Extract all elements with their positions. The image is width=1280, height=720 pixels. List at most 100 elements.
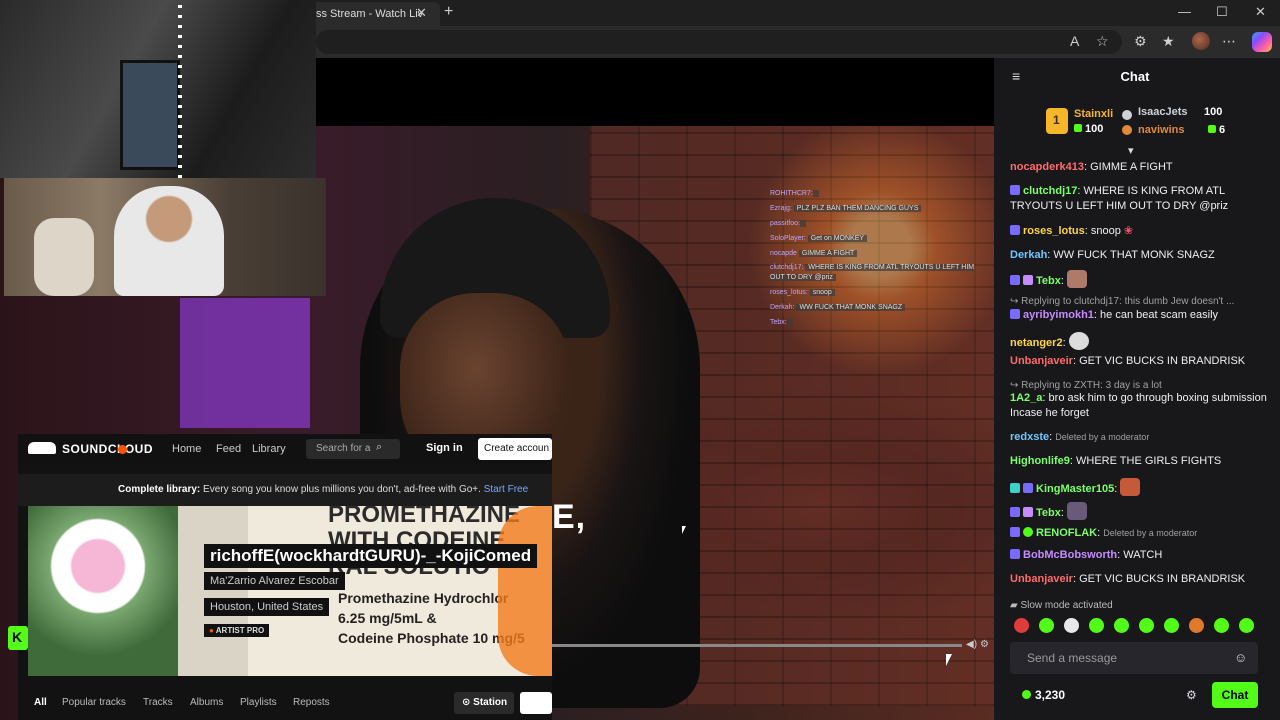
profile-avatar[interactable] [1192, 32, 1210, 50]
chat-message: Unbanjaveir: GET VIC BUCKS IN BRANDRISK [1010, 355, 1246, 367]
address-bar[interactable] [316, 30, 1122, 54]
video-seekbar[interactable] [552, 644, 962, 647]
send-chat-button[interactable]: Chat [1212, 682, 1258, 708]
chat-message: Tebx: [1010, 502, 1272, 521]
overlay-line: SoloPlayer: Get on MONKEY [770, 231, 980, 246]
sc-create-account-button[interactable]: Create accoun [478, 438, 552, 460]
tab-popular-tracks[interactable]: Popular tracks [62, 697, 126, 708]
reply-context[interactable]: ↪ Replying to clutchdj17: this dumb Jew … [1010, 294, 1272, 309]
overlay-line: Ezrajg: PLZ PLZ BAN THEM DANCING GUYS [770, 201, 980, 216]
artist-name[interactable]: Ma'Zarrio Alvarez Escobar [204, 572, 345, 590]
tab-all[interactable]: All [34, 697, 47, 708]
banner-bold: Complete library: [118, 484, 201, 495]
overlay-line: passitfoo: [770, 216, 980, 231]
verified-badge-icon [1023, 527, 1033, 537]
emote-quick[interactable] [1039, 618, 1054, 633]
filter-icon[interactable]: ▾ [1128, 144, 1134, 157]
more-menu-icon[interactable]: ⋯ [1222, 33, 1236, 50]
emote-quick[interactable] [1089, 618, 1104, 633]
mod-badge-icon [1010, 507, 1020, 517]
channel-points[interactable]: 3,230 [1022, 688, 1065, 702]
tab-playlists[interactable]: Playlists [240, 697, 277, 708]
rank-one-badge: 1 [1046, 108, 1068, 134]
emote-quick[interactable] [1014, 618, 1029, 633]
sc-signin-button[interactable]: Sign in [426, 442, 463, 454]
emote-quick[interactable] [1139, 618, 1154, 633]
emote-quick[interactable] [1164, 618, 1179, 633]
chat-message: Unbanjaveir: GET VIC BUCKS IN BRANDRISK [1010, 573, 1246, 585]
mod-badge-icon [1010, 527, 1020, 537]
track-title: richoffE(wockhardtGURU)-_-KojiComed [204, 544, 538, 568]
emote-quick[interactable] [1189, 618, 1204, 633]
sc-nav-library[interactable]: Library [252, 443, 286, 455]
go-plus-icon [118, 445, 127, 454]
tab-reposts[interactable]: Reposts [293, 697, 330, 708]
reply-icon: ↪ [1010, 296, 1022, 307]
screen: ss Stream - Watch Liv ✕ + — ☐ ✕ A ☆ ⚙ ★ … [0, 0, 1280, 720]
leader-value: 6 [1208, 124, 1225, 136]
kick-logo-icon: K [8, 626, 28, 650]
gift-badge-icon [1023, 275, 1033, 285]
maximize-button[interactable]: ☐ [1216, 4, 1228, 20]
sc-nav-feed[interactable]: Feed [216, 443, 241, 455]
artwork-label: Promethazine Hydrochlor 6.25 mg/5mL & Co… [338, 590, 525, 646]
monitor [120, 60, 180, 170]
chat-settings-icon[interactable]: ⚙ [1186, 688, 1197, 702]
emote-quick[interactable] [1114, 618, 1129, 633]
soundcloud-logo[interactable]: SOUNDCLOUD [28, 442, 153, 456]
emote-quick[interactable] [1239, 618, 1254, 633]
emote-quick[interactable] [1064, 618, 1079, 633]
chat-message: 1A2_a: bro ask him to go through boxing … [1010, 392, 1267, 419]
tab-tracks[interactable]: Tracks [143, 697, 173, 708]
video-subtitle: E, [552, 498, 587, 536]
slow-mode-icon: ▰ [1010, 600, 1021, 611]
leader-name[interactable]: naviwins [1138, 124, 1184, 136]
overlay-line: Tebx: [770, 315, 980, 330]
leader-value: 100 [1204, 106, 1223, 118]
station-button[interactable]: ⊙ Station [454, 692, 514, 714]
start-free-link[interactable]: Start Free [484, 484, 528, 495]
rose-emoji-icon: ❀ [1123, 225, 1134, 237]
leader-name[interactable]: IsaacJets [1138, 106, 1188, 118]
emoji-picker-icon[interactable]: ☺ [1234, 650, 1247, 665]
gift-leaderboard: 1 Stainxli 100 IsaacJets 100 naviwins 6 [994, 98, 1280, 148]
chat-message: redxste: Deleted by a moderator [1010, 431, 1150, 443]
artist-location: Houston, United States [204, 598, 330, 616]
slow-mode-notice: ▰ Slow mode activated [1010, 600, 1113, 611]
overlay-line: roses_lotus: snoop [770, 285, 980, 300]
emote-quick[interactable] [1214, 618, 1229, 633]
mouse-cursor [946, 654, 956, 666]
soundcloud-window: SOUNDCLOUD Home Feed Library Search for … [18, 434, 552, 720]
favorite-star-icon[interactable]: ☆ [1096, 33, 1109, 50]
volume-icon[interactable]: ◀) [966, 639, 977, 650]
points-icon [1022, 690, 1031, 699]
minimize-button[interactable]: — [1178, 4, 1191, 19]
tab-close-icon[interactable]: ✕ [416, 5, 427, 21]
sc-search-input[interactable]: Search for a [306, 439, 400, 459]
read-aloud-icon[interactable]: A [1070, 33, 1079, 49]
video-settings-icon[interactable]: ⚙ [980, 639, 989, 650]
close-window-button[interactable]: ✕ [1255, 4, 1266, 20]
chat-title: Chat [1120, 69, 1150, 84]
emote [1120, 478, 1141, 496]
search-icon[interactable]: ⌕ [376, 441, 382, 454]
soundcloud-cloud-icon [28, 442, 56, 454]
copilot-icon[interactable] [1252, 32, 1272, 52]
leader-value: 100 [1074, 123, 1103, 135]
emote [1068, 332, 1089, 350]
mod-badge-icon [1010, 275, 1020, 285]
chat-header: ≡ Chat [994, 58, 1280, 94]
new-tab-button[interactable]: + [444, 3, 453, 21]
sc-track-hero: PROMETHAZINE WITH CODEINE RAL SOLUTIO Pr… [28, 506, 552, 676]
chat-message: Highonlife9: WHERE THE GIRLS FIGHTS [1010, 455, 1222, 467]
sc-nav-home[interactable]: Home [172, 443, 201, 455]
extensions-icon[interactable]: ⚙ [1134, 33, 1147, 50]
video-chat-overlay: ROHITHCR7: Ezrajg: PLZ PLZ BAN THEM DANC… [770, 186, 980, 330]
share-button[interactable] [520, 692, 552, 714]
mod-badge-icon [1010, 309, 1020, 319]
favorites-icon[interactable]: ★ [1162, 33, 1175, 50]
leader-name[interactable]: Stainxli [1074, 108, 1113, 120]
chat-message-input[interactable]: Send a message [1010, 642, 1258, 674]
tab-albums[interactable]: Albums [190, 697, 223, 708]
purple-light [180, 298, 310, 428]
